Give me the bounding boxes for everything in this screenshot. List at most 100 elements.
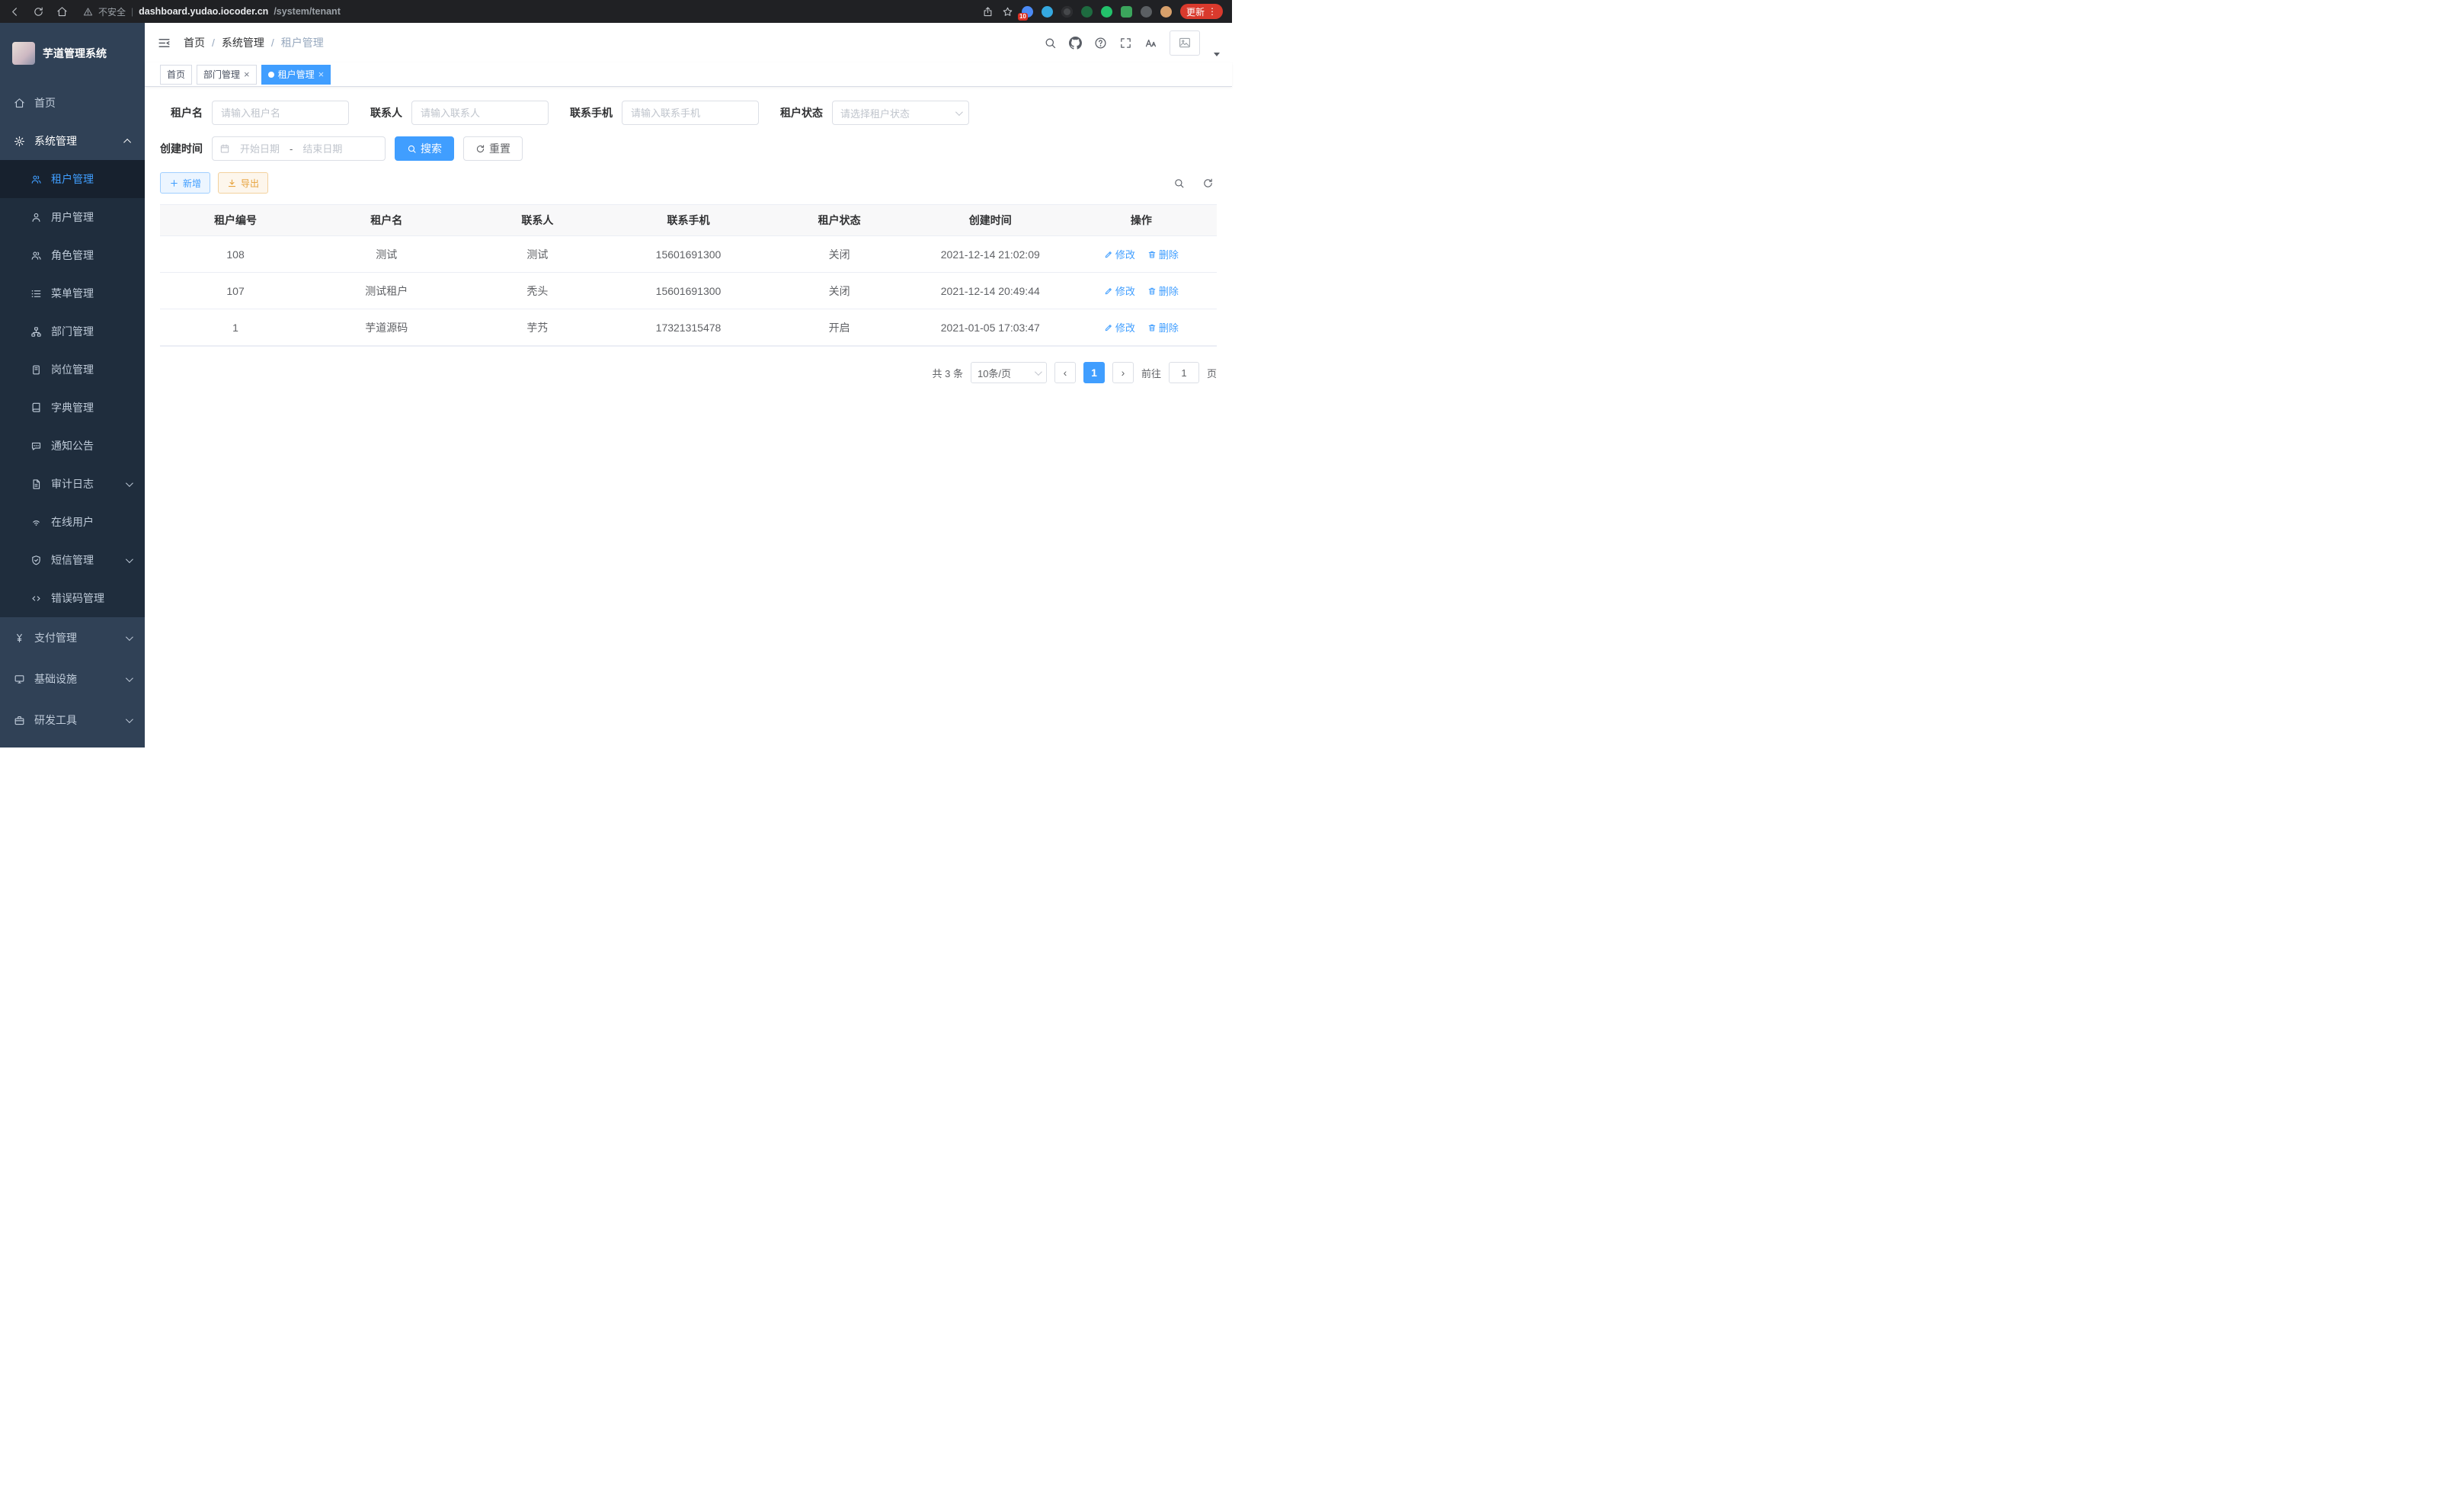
extension-icon[interactable] bbox=[1042, 6, 1053, 18]
home-icon[interactable] bbox=[56, 6, 68, 18]
search-icon bbox=[407, 144, 417, 154]
help-icon[interactable] bbox=[1094, 37, 1107, 50]
close-icon[interactable]: × bbox=[318, 69, 325, 79]
sidebar-item-sms[interactable]: 短信管理 bbox=[0, 541, 145, 579]
start-date-input[interactable] bbox=[235, 143, 285, 155]
browser-update-button[interactable]: 更新 ⋮ bbox=[1180, 4, 1223, 19]
delete-link[interactable]: 删除 bbox=[1147, 247, 1179, 261]
sidebar-item-user[interactable]: 用户管理 bbox=[0, 198, 145, 236]
sidebar-item-dict[interactable]: 字典管理 bbox=[0, 389, 145, 427]
sidebar-item-error-code[interactable]: 错误码管理 bbox=[0, 579, 145, 617]
sidebar-item-notice[interactable]: 通知公告 bbox=[0, 427, 145, 465]
toggle-search-button[interactable] bbox=[1170, 174, 1188, 192]
breadcrumb-item-home[interactable]: 首页 bbox=[184, 35, 205, 50]
extension-icon[interactable]: 10 bbox=[1022, 6, 1033, 18]
share-icon[interactable] bbox=[982, 6, 994, 18]
sidebar-item-label: 短信管理 bbox=[51, 552, 94, 568]
sidebar-item-post[interactable]: 岗位管理 bbox=[0, 351, 145, 389]
sidebar-item-role[interactable]: 角色管理 bbox=[0, 236, 145, 274]
fullscreen-icon[interactable] bbox=[1119, 37, 1132, 50]
contact-mobile-input[interactable] bbox=[622, 101, 759, 125]
cell-actions: 修改 删除 bbox=[1066, 273, 1217, 309]
logo-image bbox=[12, 42, 35, 65]
caret-down-icon[interactable] bbox=[1214, 53, 1220, 56]
breadcrumb-item-system[interactable]: 系统管理 bbox=[222, 35, 264, 50]
sidebar-item-payment[interactable]: 支付管理 bbox=[0, 617, 145, 658]
sidebar-item-dept[interactable]: 部门管理 bbox=[0, 312, 145, 351]
sidebar-item-system[interactable]: 系统管理 bbox=[0, 122, 145, 160]
back-icon[interactable] bbox=[9, 6, 21, 18]
cell-contact: 测试 bbox=[462, 236, 613, 272]
prev-page-button[interactable]: ‹ bbox=[1054, 362, 1076, 383]
edit-link[interactable]: 修改 bbox=[1104, 320, 1135, 335]
cell-contact: 秃头 bbox=[462, 273, 613, 309]
extension-icon[interactable] bbox=[1081, 6, 1093, 18]
header-search-icon[interactable] bbox=[1044, 37, 1057, 50]
tenant-status-select[interactable]: 请选择租户状态 bbox=[832, 101, 969, 125]
tab-tenant[interactable]: 租户管理 × bbox=[261, 65, 331, 85]
extension-icon[interactable] bbox=[1160, 6, 1172, 18]
refresh-table-button[interactable] bbox=[1198, 174, 1217, 192]
goto-page-input[interactable] bbox=[1169, 362, 1199, 383]
extension-icon[interactable] bbox=[1141, 6, 1152, 18]
page-size-value: 10条/页 bbox=[978, 366, 1011, 380]
close-icon[interactable]: × bbox=[244, 69, 250, 79]
range-separator: - bbox=[290, 143, 293, 155]
sidebar-item-label: 基础设施 bbox=[34, 671, 77, 687]
sidebar-item-tenant[interactable]: 租户管理 bbox=[0, 160, 145, 198]
contact-name-label: 联系人 bbox=[370, 105, 402, 120]
sidebar-item-infra[interactable]: 基础设施 bbox=[0, 658, 145, 699]
search-button[interactable]: 搜索 bbox=[395, 136, 454, 161]
reload-icon[interactable] bbox=[33, 6, 44, 18]
add-button[interactable]: 新增 bbox=[160, 172, 210, 194]
edit-link[interactable]: 修改 bbox=[1104, 283, 1135, 298]
trash-icon bbox=[1147, 250, 1157, 259]
cell-status: 关闭 bbox=[764, 236, 915, 272]
browser-menu-icon[interactable]: ⋮ bbox=[1208, 6, 1217, 17]
github-icon[interactable] bbox=[1069, 37, 1082, 50]
end-date-input[interactable] bbox=[297, 143, 347, 155]
extension-icon[interactable] bbox=[1101, 6, 1112, 18]
export-button[interactable]: 导出 bbox=[218, 172, 268, 194]
sidebar-item-menu[interactable]: 菜单管理 bbox=[0, 274, 145, 312]
column-header: 联系手机 bbox=[613, 205, 763, 235]
sidebar-item-label: 部门管理 bbox=[51, 324, 94, 339]
page-size-select[interactable]: 10条/页 bbox=[971, 362, 1047, 383]
sidebar-item-audit-log[interactable]: 审计日志 bbox=[0, 465, 145, 503]
tab-label: 租户管理 bbox=[278, 68, 315, 81]
chevron-down-icon bbox=[1035, 368, 1042, 376]
delete-link[interactable]: 删除 bbox=[1147, 320, 1179, 335]
pagination: 共 3 条 10条/页 ‹ 1 › 前往 页 bbox=[160, 362, 1217, 383]
page-number-button[interactable]: 1 bbox=[1083, 362, 1105, 383]
tenant-name-input[interactable] bbox=[212, 101, 349, 125]
cell-tenant-name: 测试 bbox=[311, 236, 462, 272]
chevron-up-icon bbox=[123, 138, 131, 146]
tab-dept[interactable]: 部门管理 × bbox=[197, 65, 257, 85]
date-range-picker[interactable]: - bbox=[212, 136, 386, 161]
sidebar-item-online-user[interactable]: 在线用户 bbox=[0, 503, 145, 541]
edit-link[interactable]: 修改 bbox=[1104, 247, 1135, 261]
extension-icon[interactable] bbox=[1121, 6, 1132, 18]
sidebar-item-label: 用户管理 bbox=[51, 210, 94, 225]
sidebar-item-home[interactable]: 首页 bbox=[0, 84, 145, 122]
active-dot bbox=[268, 72, 274, 78]
address-bar[interactable]: 不安全 | dashboard.yudao.iocoder.cn/system/… bbox=[75, 2, 974, 21]
font-size-icon[interactable] bbox=[1144, 37, 1157, 50]
bookmark-star-icon[interactable] bbox=[1002, 6, 1013, 18]
sidebar-item-devtools[interactable]: 研发工具 bbox=[0, 699, 145, 741]
menu-fold-icon[interactable] bbox=[157, 36, 171, 50]
column-header: 租户编号 bbox=[160, 205, 311, 235]
reset-button[interactable]: 重置 bbox=[463, 136, 523, 161]
tab-home[interactable]: 首页 bbox=[160, 65, 192, 85]
tab-label: 部门管理 bbox=[203, 68, 240, 81]
sidebar-item-label: 在线用户 bbox=[51, 514, 94, 530]
cell-tenant-id: 107 bbox=[160, 273, 311, 309]
cell-tenant-name: 测试租户 bbox=[311, 273, 462, 309]
user-avatar[interactable] bbox=[1170, 30, 1200, 56]
sidebar-item-label: 系统管理 bbox=[34, 133, 77, 149]
next-page-button[interactable]: › bbox=[1112, 362, 1134, 383]
delete-link[interactable]: 删除 bbox=[1147, 283, 1179, 298]
cell-tenant-id: 1 bbox=[160, 309, 311, 345]
extension-icon[interactable] bbox=[1061, 6, 1073, 18]
contact-name-input[interactable] bbox=[411, 101, 549, 125]
